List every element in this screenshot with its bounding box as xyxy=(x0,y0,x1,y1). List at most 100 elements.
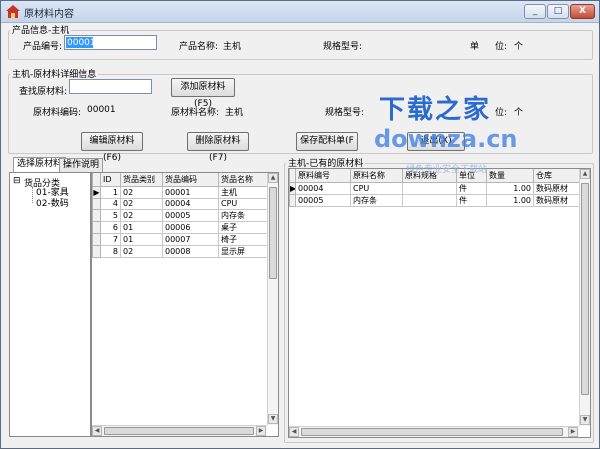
grid-header-row: 原料编号 原料名称 原料规格 单位 数量 仓库 xyxy=(289,169,580,183)
tab-instructions[interactable]: 操作说明 xyxy=(59,158,104,172)
scroll-thumb[interactable] xyxy=(104,427,254,435)
scroll-left-icon[interactable]: ◀ xyxy=(92,426,102,436)
cell-id: 8 xyxy=(100,244,121,258)
current-row-arrow-icon: ▶ xyxy=(92,185,101,199)
material-code-value: 00001 xyxy=(87,105,116,115)
column-header[interactable]: 仓库 xyxy=(533,169,580,183)
add-material-button[interactable]: 添加原材料(F5) xyxy=(171,78,235,109)
table-row[interactable]: ▶ 1 02 00001 主机 xyxy=(92,185,269,199)
cell-unit: 件 xyxy=(456,181,487,195)
window-title: 原材料内容 xyxy=(24,9,74,20)
row-indicator xyxy=(92,244,101,258)
search-material-label: 查找原材料: xyxy=(19,87,68,97)
cell-spec xyxy=(402,193,457,207)
column-header[interactable]: 货品编码 xyxy=(162,173,219,187)
minimize-button[interactable]: _ xyxy=(524,4,546,19)
cell-name: CPU xyxy=(218,197,269,210)
right-grid-horizontal-scrollbar[interactable]: ◀ ▶ xyxy=(289,426,579,437)
row-indicator xyxy=(92,220,101,234)
cell-code: 00007 xyxy=(162,232,219,246)
title-bar: 原材料内容 _ □ X xyxy=(1,1,599,23)
cell-code: 00004 xyxy=(295,181,351,195)
search-material-input[interactable] xyxy=(69,79,152,94)
table-row[interactable]: 8 02 00008 显示屏 xyxy=(92,244,269,258)
cell-code: 00004 xyxy=(162,197,219,210)
material-unit-value: 个 xyxy=(514,108,524,118)
scroll-thumb[interactable] xyxy=(269,187,277,279)
column-header[interactable]: 货品名称 xyxy=(218,173,269,187)
cell-code: 00005 xyxy=(295,193,351,207)
scroll-down-icon[interactable]: ▼ xyxy=(580,415,590,425)
cell-unit: 件 xyxy=(456,193,487,207)
scroll-up-icon[interactable]: ▲ xyxy=(580,169,590,179)
cell-category: 02 xyxy=(120,197,163,210)
current-row-arrow-icon: ▶ xyxy=(289,181,296,195)
cell-category: 02 xyxy=(120,244,163,258)
category-tree: ⊟ 货品分类 01-家具 02-数码 xyxy=(9,172,91,437)
row-indicator xyxy=(92,197,101,210)
scroll-right-icon[interactable]: ▶ xyxy=(256,426,266,436)
close-button[interactable]: X xyxy=(570,4,595,19)
save-bom-button[interactable]: 保存配料单(F xyxy=(296,132,358,151)
cell-id: 1 xyxy=(100,185,121,199)
cell-id: 7 xyxy=(100,232,121,246)
product-unit-value: 个 xyxy=(514,42,524,52)
column-header[interactable]: 原料编号 xyxy=(295,169,351,183)
cell-id: 4 xyxy=(100,197,121,210)
column-header[interactable]: 单位 xyxy=(456,169,487,183)
product-code-label: 产品编号: xyxy=(23,42,63,52)
cell-name: 主机 xyxy=(218,185,269,199)
column-header[interactable]: 数量 xyxy=(486,169,534,183)
scroll-thumb[interactable] xyxy=(301,428,563,436)
product-unit-label: 单 xyxy=(470,42,480,52)
material-unit-label: 位: xyxy=(495,108,508,118)
cell-quantity: 1.00 xyxy=(486,193,534,207)
table-row[interactable]: 4 02 00004 CPU xyxy=(92,197,269,210)
column-header[interactable]: 原料规格 xyxy=(402,169,457,183)
table-row[interactable]: 00005 内存条 件 1.00 数码原材 xyxy=(289,193,580,207)
right-grid-vertical-scrollbar[interactable]: ▲ ▼ xyxy=(579,169,590,426)
cell-warehouse: 数码原材 xyxy=(533,181,580,195)
table-row[interactable]: 5 02 00005 内存条 xyxy=(92,208,269,222)
cell-category: 01 xyxy=(120,220,163,234)
edit-material-button[interactable]: 编辑原材料(F6) xyxy=(81,132,143,163)
product-code-input[interactable] xyxy=(64,35,157,50)
cell-category: 02 xyxy=(120,185,163,199)
material-code-label: 原材料编码: xyxy=(33,108,82,118)
scroll-left-icon[interactable]: ◀ xyxy=(289,427,299,437)
column-header[interactable]: 货品类别 xyxy=(120,173,163,187)
cell-name: CPU xyxy=(350,181,403,195)
house-app-icon xyxy=(6,5,20,18)
table-row[interactable]: ▶ 00004 CPU 件 1.00 数码原材 xyxy=(289,181,580,195)
column-header[interactable]: ID xyxy=(100,173,121,187)
product-name-value: 主机 xyxy=(223,42,242,52)
app-window: 原材料内容 _ □ X 产品信息-主机 产品编号: 00001 产品名称: 主机… xyxy=(0,0,600,449)
material-list-grid: ID 货品类别 货品编码 货品名称 ▶ 1 02 00001 主机 4 02 0… xyxy=(91,172,279,437)
existing-materials-grid: 原料编号 原料名称 原料规格 单位 数量 仓库 ▶ 00004 CPU 件 1.… xyxy=(288,168,591,438)
table-row[interactable]: 6 01 00006 桌子 xyxy=(92,220,269,234)
scroll-up-icon[interactable]: ▲ xyxy=(268,173,278,183)
table-row[interactable]: 7 01 00007 椅子 xyxy=(92,232,269,246)
cell-code: 00006 xyxy=(162,220,219,234)
cell-id: 6 xyxy=(100,220,121,234)
cell-name: 内存条 xyxy=(218,208,269,222)
cell-name: 桌子 xyxy=(218,220,269,234)
row-indicator xyxy=(92,208,101,222)
cell-spec xyxy=(402,181,457,195)
tree-node-digital[interactable]: 02-数码 xyxy=(36,196,69,209)
scroll-down-icon[interactable]: ▼ xyxy=(268,414,278,424)
exit-button[interactable]: 退出(X) xyxy=(407,132,465,151)
column-header[interactable]: 原料名称 xyxy=(350,169,403,183)
scroll-right-icon[interactable]: ▶ xyxy=(568,427,578,437)
tree-expander-icon[interactable]: ⊟ xyxy=(13,176,21,186)
cell-name: 椅子 xyxy=(218,232,269,246)
maximize-button[interactable]: □ xyxy=(547,4,569,19)
product-unit-label-2: 位: xyxy=(495,42,508,52)
delete-material-button[interactable]: 删除原材料(F7) xyxy=(187,132,249,163)
cell-category: 01 xyxy=(120,232,163,246)
scroll-thumb[interactable] xyxy=(581,183,589,395)
product-info-title: 产品信息-主机 xyxy=(10,23,72,36)
material-name-value: 主机 xyxy=(225,108,244,118)
left-grid-vertical-scrollbar[interactable]: ▲ ▼ xyxy=(267,173,278,425)
left-grid-horizontal-scrollbar[interactable]: ◀ ▶ xyxy=(92,425,267,436)
